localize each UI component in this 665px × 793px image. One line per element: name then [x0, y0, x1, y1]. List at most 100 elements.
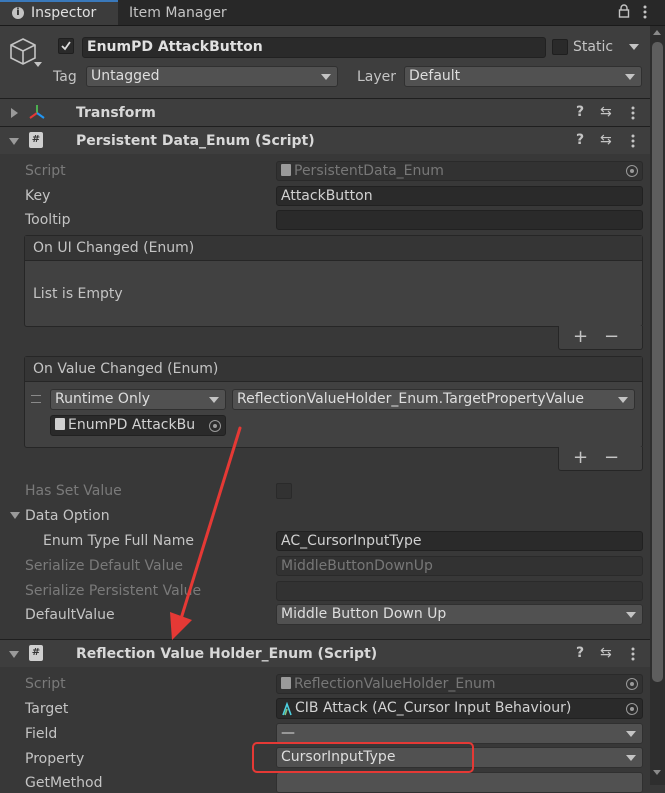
target-value: CIB Attack (AC_Cursor Input Behaviour)	[295, 700, 572, 716]
object-picker-icon[interactable]	[626, 165, 638, 177]
collapse-arrow-icon[interactable]	[9, 138, 19, 145]
function-value: ReflectionValueHolder_Enum.TargetPropert…	[237, 391, 585, 407]
tab-menu-icon[interactable]	[640, 4, 650, 20]
enum-type-value: AC_CursorInputType	[281, 533, 422, 549]
icon-dropdown-arrow-icon[interactable]	[34, 62, 42, 67]
component-menu-icon[interactable]	[628, 133, 638, 149]
reflection-script-field[interactable]: ReflectionValueHolder_Enum	[276, 674, 643, 694]
collapse-arrow-icon[interactable]	[9, 651, 19, 658]
enum-type-input[interactable]: AC_CursorInputType	[276, 531, 643, 551]
reflection-title: Reflection Value Holder_Enum (Script)	[76, 646, 378, 662]
tooltip-input[interactable]	[276, 210, 643, 230]
key-value: AttackButton	[281, 188, 373, 204]
function-dropdown[interactable]: ReflectionValueHolder_Enum.TargetPropert…	[232, 389, 635, 410]
tab-inspector-label: Inspector	[31, 5, 97, 21]
transform-header[interactable]: Transform ? ⇆	[0, 98, 650, 126]
active-checkbox[interactable]	[58, 38, 74, 54]
reflection-header[interactable]: # Reflection Value Holder_Enum (Script) …	[0, 639, 650, 667]
lock-icon[interactable]	[618, 4, 630, 18]
ser-default-input[interactable]: MiddleButtonDownUp	[276, 556, 643, 576]
preset-sliders-icon[interactable]: ⇆	[600, 102, 612, 122]
chevron-down-icon	[626, 612, 636, 618]
chevron-down-icon	[618, 397, 628, 403]
chevron-down-icon	[626, 755, 636, 761]
default-value-dropdown[interactable]: Middle Button Down Up	[276, 604, 643, 625]
preset-sliders-icon[interactable]: ⇆	[600, 643, 612, 663]
on-value-changed-title: On Value Changed (Enum)	[33, 361, 219, 377]
preset-sliders-icon[interactable]: ⇆	[600, 130, 612, 150]
ser-persistent-input[interactable]	[276, 581, 643, 601]
scroll-down-arrow-icon[interactable]	[653, 770, 661, 775]
remove-entry-button[interactable]: −	[604, 448, 619, 468]
layer-label: Layer	[357, 69, 397, 85]
help-icon[interactable]: ?	[576, 130, 584, 150]
target-label: Target	[25, 701, 69, 717]
expand-arrow-icon[interactable]	[11, 108, 18, 118]
persistent-data-title: Persistent Data_Enum (Script)	[76, 133, 315, 149]
list-empty-text: List is Empty	[33, 286, 123, 302]
has-set-value-checkbox[interactable]	[276, 483, 292, 499]
transform-icon	[28, 103, 46, 121]
remove-entry-button[interactable]: −	[604, 327, 619, 347]
script-asset-icon	[55, 418, 65, 430]
scrollbar-thumb[interactable]	[652, 42, 663, 682]
default-value-value: Middle Button Down Up	[281, 606, 447, 622]
info-icon: i	[12, 7, 24, 19]
property-dropdown[interactable]: CursorInputType	[276, 747, 643, 768]
component-menu-icon[interactable]	[628, 105, 638, 121]
runtime-mode-dropdown[interactable]: Runtime Only	[50, 389, 226, 410]
script-object-field[interactable]: PersistentData_Enum	[276, 161, 643, 181]
tab-item-manager-label: Item Manager	[129, 5, 227, 21]
tooltip-label: Tooltip	[25, 212, 71, 228]
static-label: Static	[573, 39, 614, 55]
object-picker-icon[interactable]	[626, 678, 638, 690]
help-icon[interactable]: ?	[576, 102, 584, 122]
tag-dropdown[interactable]: Untagged	[86, 66, 338, 87]
runtime-mode-value: Runtime Only	[55, 391, 150, 407]
static-dropdown-arrow-icon[interactable]	[629, 44, 639, 50]
ser-default-value: MiddleButtonDownUp	[281, 558, 433, 574]
component-menu-icon[interactable]	[628, 646, 638, 662]
chevron-down-icon	[626, 731, 636, 737]
script-file-icon: #	[29, 645, 43, 661]
add-entry-button[interactable]: +	[573, 448, 588, 468]
scrollbar-track[interactable]	[650, 26, 665, 785]
script-asset-icon	[281, 164, 291, 176]
enum-type-label: Enum Type Full Name	[43, 533, 194, 549]
tag-label: Tag	[53, 69, 77, 85]
field-label: Field	[25, 726, 58, 742]
event-object-value: EnumPD AttackBu	[68, 417, 196, 433]
object-name-input[interactable]: EnumPD AttackButton	[82, 37, 546, 58]
on-value-changed-header: On Value Changed (Enum)	[25, 357, 642, 382]
ser-persistent-label: Serialize Persistent Value	[25, 583, 202, 599]
tab-item-manager[interactable]: Item Manager	[119, 0, 259, 25]
annotation-arrow-head	[170, 612, 192, 640]
on-ui-changed-title: On UI Changed (Enum)	[33, 240, 195, 256]
key-input[interactable]: AttackButton	[276, 186, 643, 206]
target-object-field[interactable]: CIB Attack (AC_Cursor Input Behaviour)	[276, 698, 643, 719]
chevron-down-icon	[321, 74, 331, 80]
data-option-arrow-icon[interactable]	[10, 512, 20, 519]
getmethod-dropdown[interactable]	[276, 772, 643, 793]
persistent-data-header[interactable]: # Persistent Data_Enum (Script) ? ⇆	[0, 126, 650, 154]
script-asset-icon	[281, 677, 291, 689]
getmethod-label: GetMethod	[25, 775, 103, 791]
static-checkbox[interactable]	[552, 39, 568, 55]
object-picker-icon[interactable]	[209, 420, 221, 432]
tab-inspector[interactable]: i Inspector	[0, 0, 118, 25]
default-value-label: DefaultValue	[25, 607, 115, 623]
chevron-down-icon	[209, 397, 219, 403]
scroll-up-arrow-icon[interactable]	[653, 30, 661, 35]
field-value: —	[281, 725, 295, 741]
drag-handle-icon[interactable]	[31, 395, 41, 403]
object-picker-icon[interactable]	[626, 703, 638, 715]
add-entry-button[interactable]: +	[573, 327, 588, 347]
event-object-field[interactable]: EnumPD AttackBu	[50, 415, 226, 436]
data-option-label[interactable]: Data Option	[25, 506, 110, 526]
script-value: PersistentData_Enum	[294, 163, 444, 179]
layer-value: Default	[409, 68, 461, 84]
layer-dropdown[interactable]: Default	[404, 66, 642, 87]
behaviour-icon	[281, 701, 293, 716]
help-icon[interactable]: ?	[576, 643, 584, 663]
field-dropdown[interactable]: —	[276, 723, 643, 744]
